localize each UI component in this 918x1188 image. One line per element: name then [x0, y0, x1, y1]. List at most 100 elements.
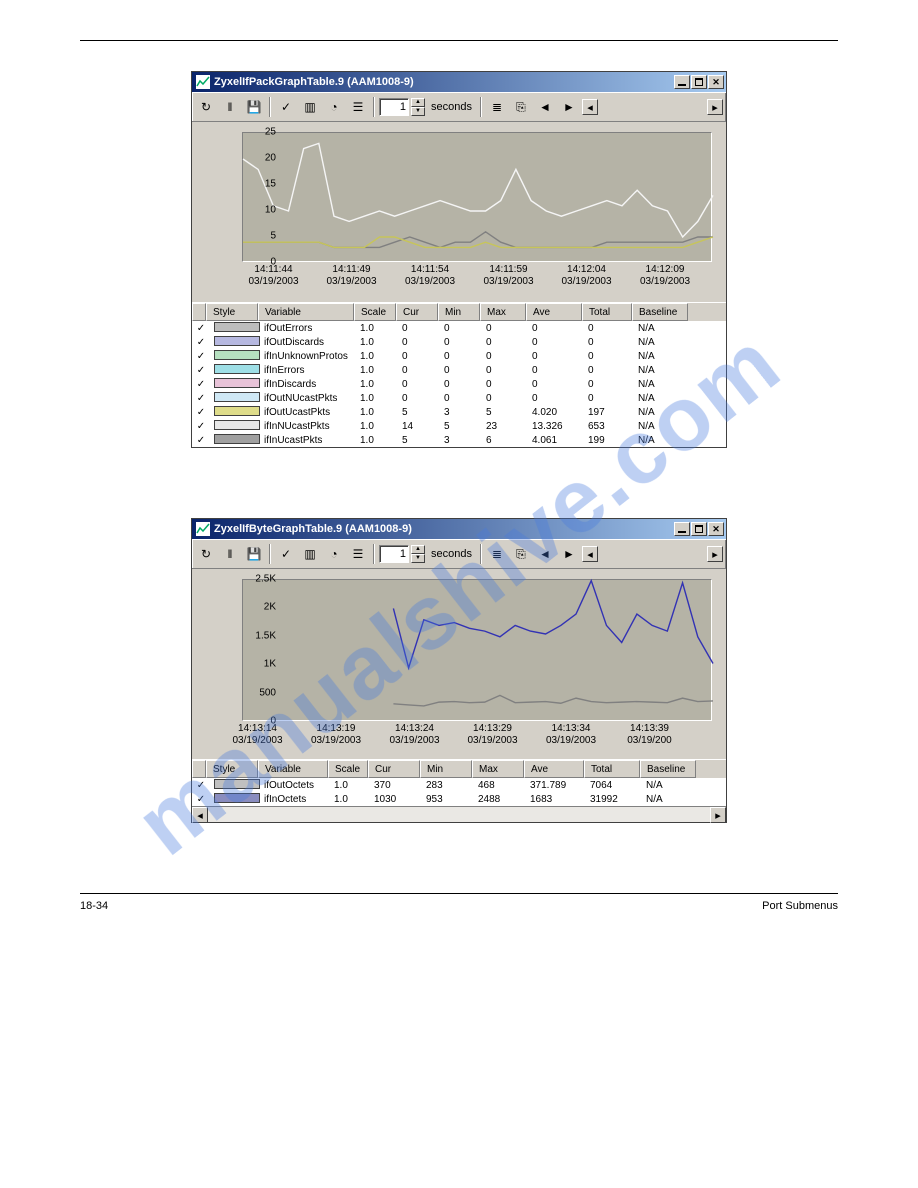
- column-header-variable[interactable]: Variable: [258, 760, 328, 778]
- cell-cur: 0: [398, 337, 440, 348]
- interval-input[interactable]: [379, 98, 409, 116]
- prev-button[interactable]: ◄: [534, 543, 556, 565]
- refresh-icon: ↻: [201, 547, 211, 561]
- row-check-icon[interactable]: ✓: [195, 336, 207, 348]
- table-row[interactable]: ✓ifOutOctets1.0370283468371.7897064N/A: [192, 778, 726, 792]
- interval-input[interactable]: [379, 545, 409, 563]
- table-body: ✓ifOutOctets1.0370283468371.7897064N/A✓ i…: [192, 778, 726, 806]
- save-button[interactable]: 💾: [243, 543, 265, 565]
- column-header-cur[interactable]: Cur: [396, 303, 438, 321]
- table-row[interactable]: ✓ifInUcastPkts1.05364.061199N/A: [192, 433, 726, 447]
- column-header-ave[interactable]: Ave: [524, 760, 584, 778]
- column-header-total[interactable]: Total: [584, 760, 640, 778]
- app-icon: [196, 522, 210, 536]
- row-check-icon[interactable]: ✓: [195, 350, 207, 362]
- pause-button[interactable]: ‖: [219, 96, 241, 118]
- toolbar-scroll-right-button[interactable]: ▸: [707, 546, 723, 562]
- scroll-right-button[interactable]: ▸: [710, 807, 726, 823]
- row-check-icon[interactable]: ✓: [195, 406, 207, 418]
- stacked-chart-button[interactable]: ☰: [347, 543, 369, 565]
- scroll-track[interactable]: [208, 807, 710, 822]
- interval-down-button[interactable]: ▼: [411, 554, 425, 563]
- column-header-baseline[interactable]: Baseline: [632, 303, 688, 321]
- row-check-icon[interactable]: ✓: [195, 793, 207, 805]
- column-header-baseline[interactable]: Baseline: [640, 760, 696, 778]
- style-swatch: [214, 336, 260, 346]
- refresh-button[interactable]: ↻: [195, 543, 217, 565]
- horizontal-scrollbar[interactable]: ◂ ▸: [192, 806, 726, 822]
- column-header-check[interactable]: [192, 303, 206, 321]
- title-bar[interactable]: ZyxelIfPackGraphTable.9 (AAM1008-9) ✕: [192, 72, 726, 92]
- next-button[interactable]: ►: [558, 96, 580, 118]
- bar-chart-button[interactable]: ▥: [299, 96, 321, 118]
- row-check-icon[interactable]: ✓: [195, 434, 207, 446]
- bar-chart-button[interactable]: ▥: [299, 543, 321, 565]
- copy-icon: ⎘: [516, 547, 526, 562]
- row-check-icon[interactable]: ✓: [195, 322, 207, 334]
- row-check-icon[interactable]: ✓: [195, 364, 207, 376]
- minimize-button[interactable]: [674, 522, 690, 536]
- column-header-total[interactable]: Total: [582, 303, 632, 321]
- maximize-icon: [695, 78, 703, 86]
- toolbar-scroll-left-button[interactable]: ◂: [582, 546, 598, 562]
- y-axis-tick-label: 15: [242, 179, 276, 190]
- toolbar-scroll-left-button[interactable]: ◂: [582, 99, 598, 115]
- interval-up-button[interactable]: ▲: [411, 545, 425, 554]
- save-button[interactable]: 💾: [243, 96, 265, 118]
- table-row[interactable]: ✓ifInOctets1.010309532488168331992N/A: [192, 792, 726, 806]
- stacked-chart-button[interactable]: ☰: [347, 96, 369, 118]
- row-check-icon[interactable]: ✓: [195, 420, 207, 432]
- pause-button[interactable]: ‖: [219, 543, 241, 565]
- column-header-style[interactable]: Style: [206, 303, 258, 321]
- list-toggle-button[interactable]: ≣: [486, 543, 508, 565]
- table-row[interactable]: ✓ifInUnknownProtos1.000000N/A: [192, 349, 726, 363]
- column-header-scale[interactable]: Scale: [354, 303, 396, 321]
- scroll-left-button[interactable]: ◂: [192, 807, 208, 823]
- prev-button[interactable]: ◄: [534, 96, 556, 118]
- copy-button[interactable]: ⎘: [510, 543, 532, 565]
- row-check-icon[interactable]: ✓: [195, 779, 207, 791]
- column-header-max[interactable]: Max: [480, 303, 526, 321]
- refresh-button[interactable]: ↻: [195, 96, 217, 118]
- column-header-max[interactable]: Max: [472, 760, 524, 778]
- row-check-icon[interactable]: ✓: [195, 378, 207, 390]
- column-header-style[interactable]: Style: [206, 760, 258, 778]
- column-header-min[interactable]: Min: [420, 760, 472, 778]
- line-chart-button[interactable]: ✓: [275, 543, 297, 565]
- close-button[interactable]: ✕: [708, 522, 724, 536]
- pie-chart-button[interactable]: ◔: [323, 543, 345, 565]
- cell-variable: ifInOctets: [260, 794, 330, 805]
- copy-button[interactable]: ⎘: [510, 96, 532, 118]
- interval-down-button[interactable]: ▼: [411, 107, 425, 116]
- close-button[interactable]: ✕: [708, 75, 724, 89]
- list-toggle-button[interactable]: ≣: [486, 96, 508, 118]
- table-row[interactable]: ✓ifOutDiscards1.000000N/A: [192, 335, 726, 349]
- column-header-check[interactable]: [192, 760, 206, 778]
- line-chart-button[interactable]: ✓: [275, 96, 297, 118]
- pie-chart-icon: ◔: [330, 100, 337, 114]
- minimize-button[interactable]: [674, 75, 690, 89]
- table-row[interactable]: ✓ifOutNUcastPkts1.000000N/A: [192, 391, 726, 405]
- toolbar-scroll-right-button[interactable]: ▸: [707, 99, 723, 115]
- column-header-ave[interactable]: Ave: [526, 303, 582, 321]
- table-row[interactable]: ✓ifOutErrors1.000000N/A: [192, 321, 726, 335]
- interval-up-button[interactable]: ▲: [411, 98, 425, 107]
- table-row[interactable]: ✓ifInErrors1.000000N/A: [192, 363, 726, 377]
- pie-chart-button[interactable]: ◔: [323, 96, 345, 118]
- table-row[interactable]: ✓ifInNUcastPkts1.01452313.326653N/A: [192, 419, 726, 433]
- column-header-cur[interactable]: Cur: [368, 760, 420, 778]
- row-check-icon[interactable]: ✓: [195, 392, 207, 404]
- cell-variable: ifOutDiscards: [260, 337, 356, 348]
- next-button[interactable]: ►: [558, 543, 580, 565]
- title-bar[interactable]: ZyxelIfByteGraphTable.9 (AAM1008-9) ✕: [192, 519, 726, 539]
- maximize-button[interactable]: [691, 75, 707, 89]
- table-row[interactable]: ✓ifOutUcastPkts1.05354.020197N/A: [192, 405, 726, 419]
- table-row[interactable]: ✓ifInDiscards1.000000N/A: [192, 377, 726, 391]
- cell-scale: 1.0: [356, 393, 398, 404]
- cell-total: 0: [584, 351, 634, 362]
- column-header-variable[interactable]: Variable: [258, 303, 354, 321]
- maximize-button[interactable]: [691, 522, 707, 536]
- cell-ave: 13.326: [528, 421, 584, 432]
- column-header-min[interactable]: Min: [438, 303, 480, 321]
- column-header-scale[interactable]: Scale: [328, 760, 368, 778]
